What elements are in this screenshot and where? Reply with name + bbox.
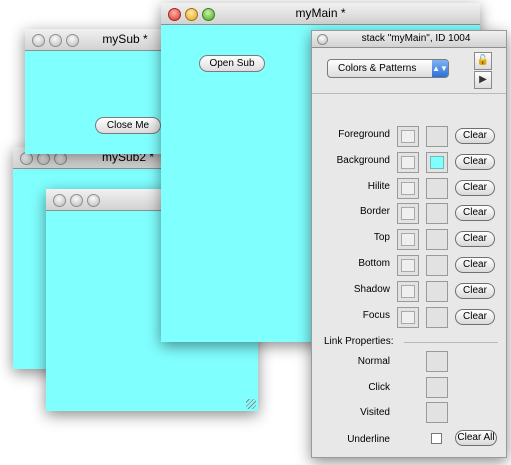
link-properties-label: Link Properties: xyxy=(324,336,394,347)
clear-button[interactable]: Clear xyxy=(455,154,495,170)
resize-grip-icon[interactable] xyxy=(246,399,256,409)
chevron-up-down-icon: ▲▼ xyxy=(432,60,448,77)
pattern-well[interactable] xyxy=(397,178,419,199)
underline-label: Underline xyxy=(347,434,390,445)
minimize-window-icon[interactable] xyxy=(70,194,83,207)
color-well[interactable] xyxy=(426,126,448,147)
zoom-window-icon[interactable] xyxy=(87,194,100,207)
section-dropdown-value: Colors & Patterns xyxy=(338,63,417,74)
color-well[interactable] xyxy=(426,178,448,199)
inspector-title: stack "myMain", ID 1004 xyxy=(361,33,471,44)
link-row-label: Normal xyxy=(357,356,390,367)
clear-all-button[interactable]: Clear All xyxy=(455,430,497,446)
window-content: Close Me xyxy=(25,51,175,154)
color-row-label: Border xyxy=(359,206,390,217)
color-row-label: Foreground xyxy=(338,129,390,140)
close-window-icon[interactable] xyxy=(53,194,66,207)
titlebar-mymain[interactable]: myMain * xyxy=(161,3,480,25)
color-well[interactable] xyxy=(426,281,448,302)
pattern-swatch xyxy=(401,285,415,298)
pattern-swatch xyxy=(401,207,415,220)
divider xyxy=(404,342,498,343)
clear-button[interactable]: Clear xyxy=(455,128,495,144)
minimize-window-icon[interactable] xyxy=(49,34,62,47)
open-sub-button[interactable]: Open Sub xyxy=(199,55,265,72)
pattern-well[interactable] xyxy=(397,126,419,147)
pattern-well[interactable] xyxy=(397,152,419,173)
clear-button[interactable]: Clear xyxy=(455,180,495,196)
pattern-well[interactable] xyxy=(397,203,419,224)
clear-button[interactable]: Clear xyxy=(455,205,495,221)
section-dropdown[interactable]: Colors & Patterns ▲▼ xyxy=(327,59,449,78)
pattern-swatch xyxy=(401,182,415,195)
divider xyxy=(312,93,506,94)
pattern-well[interactable] xyxy=(397,281,419,302)
color-row-label: Hilite xyxy=(367,181,390,192)
lock-icon[interactable]: 🔓 xyxy=(474,52,492,70)
color-row-label: Top xyxy=(373,232,390,243)
color-row-label: Focus xyxy=(362,310,390,321)
property-inspector[interactable]: stack "myMain", ID 1004 Colors & Pattern… xyxy=(311,30,507,458)
window-mysub[interactable]: mySub * Close Me xyxy=(25,29,175,154)
clear-button[interactable]: Clear xyxy=(455,283,495,299)
color-well[interactable] xyxy=(426,307,448,328)
inspector-titlebar[interactable]: stack "myMain", ID 1004 xyxy=(312,31,506,48)
clear-button[interactable]: Clear xyxy=(455,257,495,273)
titlebar-mysub[interactable]: mySub * xyxy=(25,29,175,51)
link-color-well[interactable] xyxy=(426,351,448,372)
pattern-swatch xyxy=(401,130,415,143)
link-color-well[interactable] xyxy=(426,402,448,423)
pattern-swatch xyxy=(401,311,415,324)
color-row-label: Background xyxy=(336,155,390,166)
window-title: myMain * xyxy=(295,6,346,20)
link-row-label: Visited xyxy=(360,407,390,418)
color-row-label: Bottom xyxy=(358,258,390,269)
clear-button[interactable]: Clear xyxy=(455,231,495,247)
close-window-icon[interactable] xyxy=(32,34,45,47)
pattern-swatch xyxy=(401,156,415,169)
color-well[interactable] xyxy=(426,203,448,224)
close-me-button[interactable]: Close Me xyxy=(95,117,161,134)
clear-button[interactable]: Clear xyxy=(455,309,495,325)
link-color-well[interactable] xyxy=(426,377,448,398)
pattern-well[interactable] xyxy=(397,255,419,276)
color-well[interactable] xyxy=(426,255,448,276)
pattern-swatch xyxy=(401,233,415,246)
color-row-label: Shadow xyxy=(353,284,390,295)
window-title: mySub * xyxy=(102,32,148,46)
pattern-well[interactable] xyxy=(397,229,419,250)
color-swatch xyxy=(430,156,444,169)
link-row-label: Click xyxy=(368,382,390,393)
pattern-well[interactable] xyxy=(397,307,419,328)
play-arrow-icon[interactable]: ▶ xyxy=(474,71,492,89)
pattern-swatch xyxy=(401,259,415,272)
underline-checkbox[interactable] xyxy=(431,433,442,444)
color-well[interactable] xyxy=(426,229,448,250)
color-well[interactable] xyxy=(426,152,448,173)
